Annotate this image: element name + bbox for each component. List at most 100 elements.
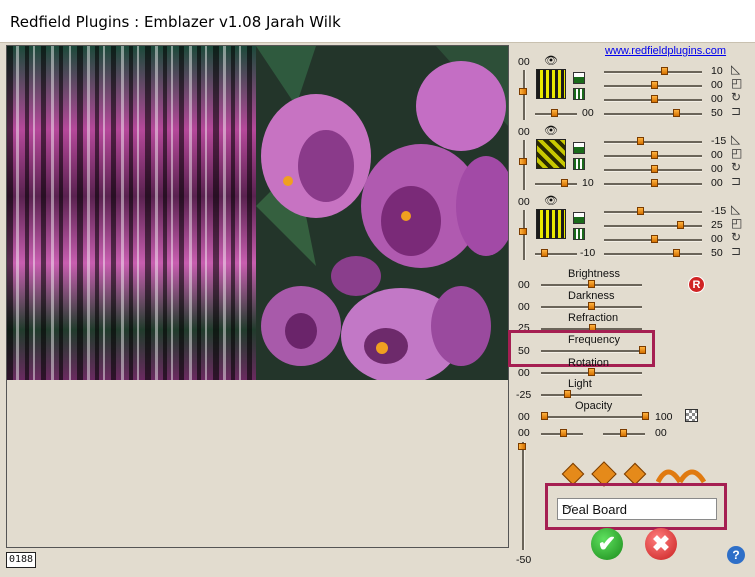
window-title: Redfield Plugins : Emblazer v1.08 Jarah … — [10, 13, 341, 31]
layer1-value-3: 00 — [711, 93, 723, 105]
offset-icon[interactable]: ⊐ — [731, 244, 741, 258]
refraction-label: Refraction — [568, 312, 619, 324]
slider-knob[interactable] — [651, 179, 658, 187]
slider-knob[interactable] — [560, 429, 567, 437]
darkness-label: Darkness — [568, 290, 615, 302]
layer3-vertical-slider[interactable] — [523, 210, 526, 260]
help-button[interactable]: ? — [727, 546, 745, 564]
cancel-button[interactable]: ✖ — [645, 528, 677, 560]
offset-icon[interactable]: ⊐ — [731, 174, 741, 188]
opacity-value: 00 — [518, 411, 530, 423]
layer1-stripe-icon[interactable] — [573, 88, 585, 100]
transparency-icon[interactable] — [685, 409, 698, 422]
slider-knob[interactable] — [519, 158, 527, 165]
slider-knob[interactable] — [519, 88, 527, 95]
bridge-icon[interactable] — [655, 462, 707, 484]
layer2-slider-1[interactable] — [604, 141, 702, 144]
layer1-slider-1[interactable] — [604, 71, 702, 74]
frame-counter: 0188 — [6, 552, 36, 568]
slider-knob[interactable] — [588, 302, 595, 310]
slider-knob[interactable] — [637, 207, 644, 215]
layer1-mode-icon[interactable] — [573, 72, 585, 84]
check-icon: ✔ — [597, 531, 617, 556]
layer1-eye-value: 00 — [518, 56, 530, 68]
slider-knob[interactable] — [588, 368, 595, 376]
brightness-value: 00 — [518, 279, 530, 291]
ok-button[interactable]: ✔ — [591, 528, 623, 560]
slider-knob[interactable] — [564, 390, 571, 398]
depth-vertical-slider[interactable] — [522, 442, 525, 550]
rotate-icon[interactable]: ↻ — [731, 90, 741, 104]
slider-knob[interactable] — [588, 280, 595, 288]
slider-knob[interactable] — [661, 67, 668, 75]
slider-knob[interactable] — [561, 179, 568, 187]
slider-knob[interactable] — [651, 235, 658, 243]
opacity-label: Opacity — [575, 400, 613, 412]
shear-icon[interactable]: ◺ — [731, 62, 740, 76]
layer3-bottom-left-value: -10 — [580, 247, 596, 259]
slider-knob[interactable] — [639, 346, 646, 354]
slider-knob[interactable] — [673, 109, 680, 117]
opacity-slider[interactable] — [541, 416, 649, 419]
reset-button[interactable]: R — [688, 276, 705, 293]
rotate-icon[interactable]: ↻ — [731, 160, 741, 174]
preview-effect-image — [7, 46, 256, 380]
layer2-vertical-slider[interactable] — [523, 140, 526, 190]
frequency-slider[interactable] — [541, 350, 642, 353]
eye-icon[interactable]: 👁 — [544, 124, 558, 137]
slider-knob[interactable] — [673, 249, 680, 257]
vertical-slider-top-value: 00 — [518, 427, 530, 439]
scale-icon[interactable]: ◰ — [731, 76, 742, 90]
layer2-bottom-right-value: 00 — [711, 177, 723, 189]
offset-icon[interactable]: ⊐ — [731, 104, 741, 118]
divider — [0, 42, 755, 43]
slider-knob[interactable] — [651, 151, 658, 159]
preset-dropdown[interactable]: Deal Board ﹀ — [557, 498, 717, 520]
darkness-value: 00 — [518, 301, 530, 313]
slider-knob[interactable] — [518, 443, 526, 450]
slider-knob[interactable] — [519, 228, 527, 235]
scale-icon[interactable]: ◰ — [731, 146, 742, 160]
slider-knob[interactable] — [620, 429, 627, 437]
layer2-bottom-left-slider[interactable] — [535, 183, 577, 186]
random-dice-icon[interactable] — [561, 462, 585, 486]
layer3-pattern-swatch[interactable] — [536, 209, 566, 239]
slider-knob[interactable] — [541, 412, 548, 420]
layer1-bottom-right-slider[interactable] — [604, 113, 702, 116]
slider-knob[interactable] — [677, 221, 684, 229]
slider-knob[interactable] — [551, 109, 558, 117]
layer2-stripe-icon[interactable] — [573, 158, 585, 170]
random-dice-icon[interactable] — [623, 462, 647, 486]
layer3-mode-icon[interactable] — [573, 212, 585, 224]
light-value: -25 — [516, 389, 532, 401]
opacity-max-value: 100 — [655, 411, 673, 423]
slider-knob[interactable] — [637, 137, 644, 145]
scale-icon[interactable]: ◰ — [731, 216, 742, 230]
layer2-bottom-left-value: 10 — [582, 177, 594, 189]
layer1-pattern-swatch[interactable] — [536, 69, 566, 99]
chevron-down-icon: ﹀ — [562, 505, 573, 517]
shear-icon[interactable]: ◺ — [731, 132, 740, 146]
layer3-bottom-right-slider[interactable] — [604, 253, 702, 256]
title-bar: Redfield Plugins : Emblazer v1.08 Jarah … — [0, 0, 755, 42]
slider-knob[interactable] — [541, 249, 548, 257]
eye-icon[interactable]: 👁 — [544, 54, 558, 67]
frequency-label: Frequency — [568, 334, 620, 346]
preview-original-image — [256, 46, 508, 380]
slider-knob[interactable] — [642, 412, 649, 420]
layer3-slider-1[interactable] — [604, 211, 702, 214]
light-slider[interactable] — [541, 394, 642, 397]
rotate-icon[interactable]: ↻ — [731, 230, 741, 244]
website-link[interactable]: www.redfieldplugins.com — [605, 45, 726, 57]
layer3-stripe-icon[interactable] — [573, 228, 585, 240]
layer2-pattern-swatch[interactable] — [536, 139, 566, 169]
slider-knob[interactable] — [651, 95, 658, 103]
layer1-vertical-slider[interactable] — [523, 70, 526, 120]
slider-knob[interactable] — [651, 81, 658, 89]
shear-icon[interactable]: ◺ — [731, 202, 740, 216]
layer3-value-2: 25 — [711, 219, 723, 231]
layer2-mode-icon[interactable] — [573, 142, 585, 154]
slider-knob[interactable] — [651, 165, 658, 173]
eye-icon[interactable]: 👁 — [544, 194, 558, 207]
layer3-slider-2[interactable] — [604, 225, 702, 228]
